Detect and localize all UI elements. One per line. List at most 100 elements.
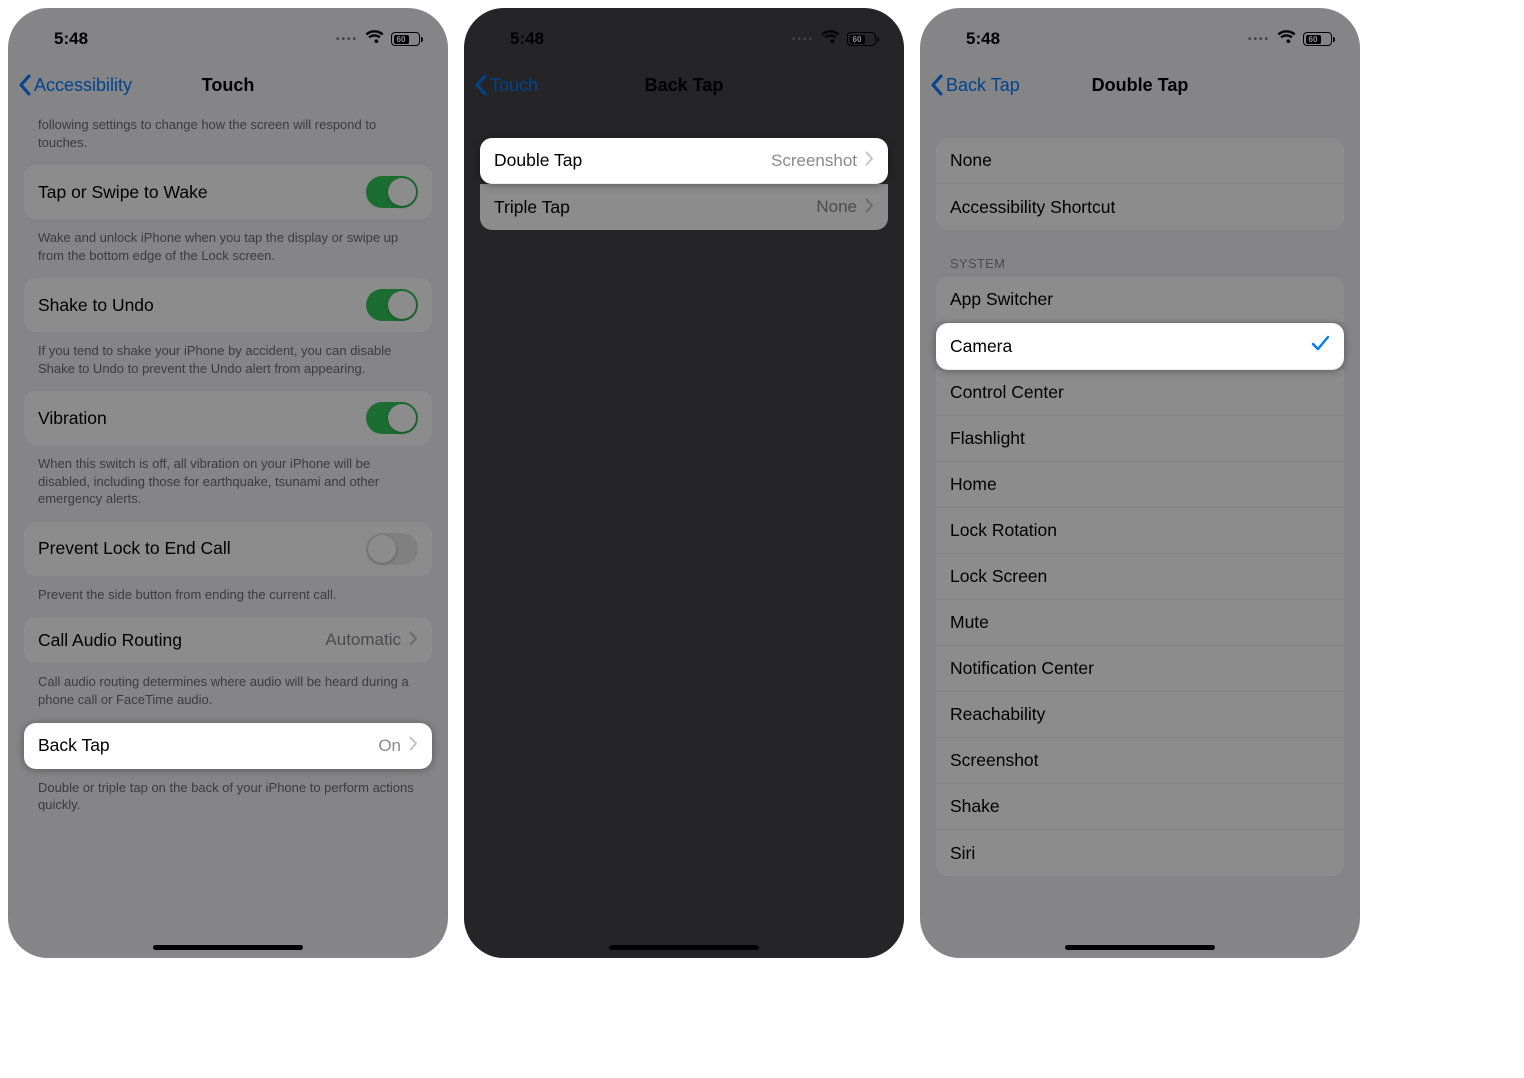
nav-back-button[interactable]: Touch [474, 74, 538, 96]
option-app-switcher[interactable]: App Switcher [936, 277, 1344, 323]
nav-back-label: Back Tap [946, 75, 1020, 96]
option-home[interactable]: Home [936, 462, 1344, 508]
option-lock-screen[interactable]: Lock Screen [936, 554, 1344, 600]
phone-screen-doubletap: 5:48 •••• 60 Back Tap Double Tap None Acc… [920, 8, 1360, 958]
option-label: Camera [950, 336, 1012, 357]
cell-value: On [378, 736, 401, 756]
intro-footer: following settings to change how the scr… [24, 110, 432, 165]
battery-icon: 60 [391, 32, 420, 46]
content-area[interactable]: following settings to change how the scr… [8, 110, 448, 828]
option-label: App Switcher [950, 289, 1053, 310]
option-label: Control Center [950, 382, 1064, 403]
toggle-prevent-lock[interactable] [366, 533, 418, 565]
nav-title: Touch [202, 75, 255, 96]
option-label: None [950, 150, 992, 171]
option-reachability[interactable]: Reachability [936, 692, 1344, 738]
option-none[interactable]: None [936, 138, 1344, 184]
toggle-tap-wake[interactable] [366, 176, 418, 208]
cell-prevent-lock[interactable]: Prevent Lock to End Call [24, 522, 432, 576]
option-shake[interactable]: Shake [936, 784, 1344, 830]
group-top: None Accessibility Shortcut [936, 138, 1344, 230]
cell-call-audio[interactable]: Call Audio Routing Automatic [24, 617, 432, 663]
section-header-system: System [936, 234, 1344, 277]
checkmark-icon [1311, 334, 1330, 358]
option-label: Shake [950, 796, 1000, 817]
option-control-center[interactable]: Control Center [936, 370, 1344, 416]
chevron-left-icon [930, 74, 944, 96]
cell-value: Automatic [325, 630, 401, 650]
option-flashlight[interactable]: Flashlight [936, 416, 1344, 462]
cell-label: Prevent Lock to End Call [38, 538, 231, 559]
cellular-icon: •••• [792, 34, 814, 45]
chevron-right-icon [409, 630, 418, 651]
option-label: Lock Rotation [950, 520, 1057, 541]
cellular-icon: •••• [336, 34, 358, 45]
cell-shake-undo[interactable]: Shake to Undo [24, 278, 432, 332]
option-label: Accessibility Shortcut [950, 197, 1115, 218]
option-label: Screenshot [950, 750, 1039, 771]
cell-label: Tap or Swipe to Wake [38, 182, 208, 203]
phone-screen-backtap: 5:48 •••• 60 Touch Back Tap Double Tap S… [464, 8, 904, 958]
option-label: Siri [950, 843, 975, 864]
option-label: Notification Center [950, 658, 1094, 679]
cellular-icon: •••• [1248, 34, 1270, 45]
cell-footer: When this switch is off, all vibration o… [24, 449, 432, 522]
nav-bar: Touch Back Tap [464, 60, 904, 110]
nav-back-button[interactable]: Accessibility [18, 74, 132, 96]
cell-label: Call Audio Routing [38, 630, 182, 651]
wifi-icon [1277, 29, 1296, 49]
option-lock-rotation[interactable]: Lock Rotation [936, 508, 1344, 554]
option-label: Flashlight [950, 428, 1025, 449]
content-area[interactable]: Double Tap Screenshot Triple Tap None [464, 110, 904, 230]
option-label: Lock Screen [950, 566, 1047, 587]
toggle-vibration[interactable] [366, 402, 418, 434]
option-screenshot[interactable]: Screenshot [936, 738, 1344, 784]
home-indicator[interactable] [609, 945, 759, 950]
option-label: Reachability [950, 704, 1045, 725]
nav-back-label: Accessibility [34, 75, 132, 96]
status-time: 5:48 [54, 29, 88, 49]
nav-bar: Accessibility Touch [8, 60, 448, 110]
nav-back-label: Touch [490, 75, 538, 96]
nav-title: Double Tap [1092, 75, 1189, 96]
option-label: Mute [950, 612, 989, 633]
cell-back-tap[interactable]: Back Tap On [24, 723, 432, 769]
cell-label: Shake to Undo [38, 295, 154, 316]
phone-screen-touch: 5:48 •••• 60 Accessibility Touch followi… [8, 8, 448, 958]
home-indicator[interactable] [1065, 945, 1215, 950]
battery-icon: 60 [1303, 32, 1332, 46]
option-mute[interactable]: Mute [936, 600, 1344, 646]
option-notification-center[interactable]: Notification Center [936, 646, 1344, 692]
wifi-icon [365, 29, 384, 49]
battery-icon: 60 [847, 32, 876, 46]
status-bar: 5:48 •••• 60 [8, 8, 448, 60]
cell-label: Back Tap [38, 735, 110, 756]
cell-label: Vibration [38, 408, 107, 429]
option-label: Home [950, 474, 997, 495]
content-area[interactable]: None Accessibility Shortcut System App Sw… [920, 110, 1360, 876]
cell-footer: Wake and unlock iPhone when you tap the … [24, 223, 432, 278]
status-time: 5:48 [966, 29, 1000, 49]
nav-bar: Back Tap Double Tap [920, 60, 1360, 110]
status-icons: •••• 60 [1248, 29, 1332, 49]
cell-footer: Call audio routing determines where audi… [24, 667, 432, 722]
status-icons: •••• 60 [336, 29, 420, 49]
status-time: 5:48 [510, 29, 544, 49]
option-siri[interactable]: Siri [936, 830, 1344, 876]
chevron-right-icon [409, 735, 418, 756]
option-accessibility-shortcut[interactable]: Accessibility Shortcut [936, 184, 1344, 230]
toggle-shake-undo[interactable] [366, 289, 418, 321]
home-indicator[interactable] [153, 945, 303, 950]
cell-value: Screenshot [771, 151, 857, 171]
chevron-left-icon [18, 74, 32, 96]
cell-double-tap[interactable]: Double Tap Screenshot [480, 138, 888, 184]
chevron-left-icon [474, 74, 488, 96]
cell-footer: If you tend to shake your iPhone by acci… [24, 336, 432, 391]
cell-vibration[interactable]: Vibration [24, 391, 432, 445]
nav-back-button[interactable]: Back Tap [930, 74, 1020, 96]
cell-triple-tap[interactable]: Triple Tap None [480, 184, 888, 230]
group-system: App Switcher Camera Control Center Flashlig… [936, 277, 1344, 876]
wifi-icon [821, 29, 840, 49]
option-camera[interactable]: Camera [936, 323, 1344, 370]
cell-tap-wake[interactable]: Tap or Swipe to Wake [24, 165, 432, 219]
